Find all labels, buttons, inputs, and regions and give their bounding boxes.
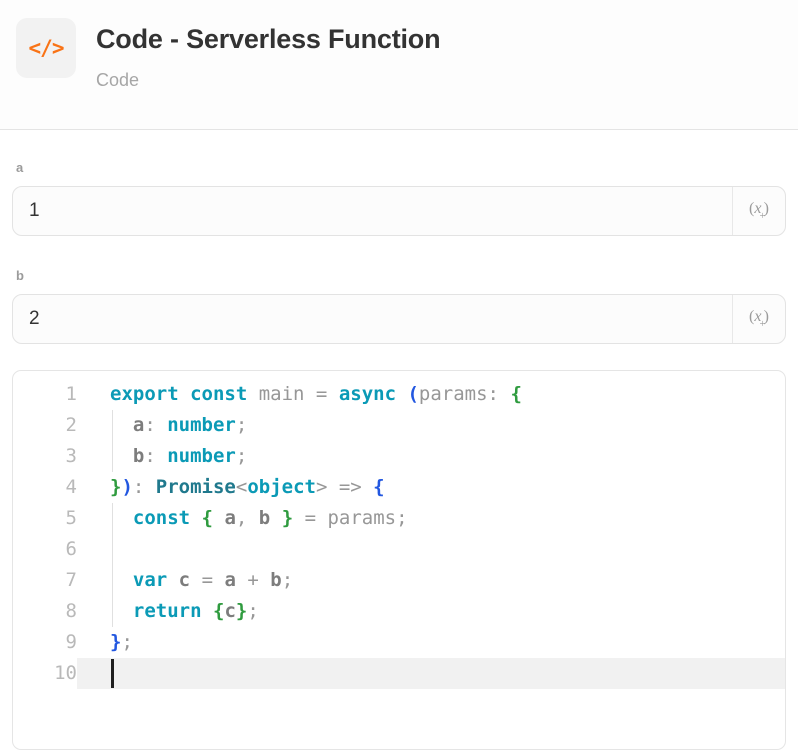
field-label-a: a <box>16 160 782 175</box>
connect-variable-icon: (x+) <box>749 200 769 222</box>
code-glyph-icon: </> <box>29 36 64 60</box>
connect-variable-icon: (x+) <box>749 308 769 330</box>
line-number: 6 <box>13 534 77 565</box>
code-line-content[interactable]: export const main = async (params: { <box>77 379 785 410</box>
connect-input-b-button[interactable]: (x+) <box>732 295 785 343</box>
code-line[interactable]: 7 var c = a + b; <box>13 565 785 596</box>
header-text: Code - Serverless Function Code <box>96 18 440 91</box>
field-a: (x+) <box>12 186 786 236</box>
field-b-input[interactable] <box>13 295 732 343</box>
line-number: 3 <box>13 441 77 472</box>
input-fields-section: a (x+) b (x+) <box>0 160 798 344</box>
field-label-b: b <box>16 268 782 283</box>
line-number: 7 <box>13 565 77 596</box>
line-number: 5 <box>13 503 77 534</box>
code-line-content[interactable]: }; <box>77 627 785 658</box>
line-number: 10 <box>13 658 77 689</box>
code-line[interactable]: 2 a: number; <box>13 410 785 441</box>
line-number: 1 <box>13 379 77 410</box>
code-line-content[interactable]: b: number; <box>77 441 785 472</box>
line-number: 4 <box>13 472 77 503</box>
code-line[interactable]: 10 <box>13 658 785 689</box>
code-line-content[interactable]: const { a, b } = params; <box>77 503 785 534</box>
connect-input-a-button[interactable]: (x+) <box>732 187 785 235</box>
code-line-content[interactable]: a: number; <box>77 410 785 441</box>
code-line-content[interactable] <box>77 534 785 565</box>
line-number: 2 <box>13 410 77 441</box>
line-number: 8 <box>13 596 77 627</box>
code-line-content[interactable]: return {c}; <box>77 596 785 627</box>
page-title: Code - Serverless Function <box>96 22 440 56</box>
field-a-input[interactable] <box>13 187 732 235</box>
text-cursor <box>111 659 114 688</box>
code-line[interactable]: 3 b: number; <box>13 441 785 472</box>
code-line-content[interactable]: }): Promise<object> => { <box>77 472 785 503</box>
code-module-icon: </> <box>16 18 76 78</box>
code-line-content[interactable]: var c = a + b; <box>77 565 785 596</box>
code-line-content[interactable] <box>77 658 785 689</box>
field-b: (x+) <box>12 294 786 344</box>
code-line[interactable]: 8 return {c}; <box>13 596 785 627</box>
line-number: 9 <box>13 627 77 658</box>
page-subtitle: Code <box>96 69 440 91</box>
code-line[interactable]: 4}): Promise<object> => { <box>13 472 785 503</box>
code-line[interactable]: 5 const { a, b } = params; <box>13 503 785 534</box>
header: </> Code - Serverless Function Code <box>0 0 798 130</box>
code-editor[interactable]: 1export const main = async (params: {2 a… <box>12 370 786 750</box>
code-line[interactable]: 9}; <box>13 627 785 658</box>
code-line[interactable]: 6 <box>13 534 785 565</box>
code-line[interactable]: 1export const main = async (params: { <box>13 379 785 410</box>
